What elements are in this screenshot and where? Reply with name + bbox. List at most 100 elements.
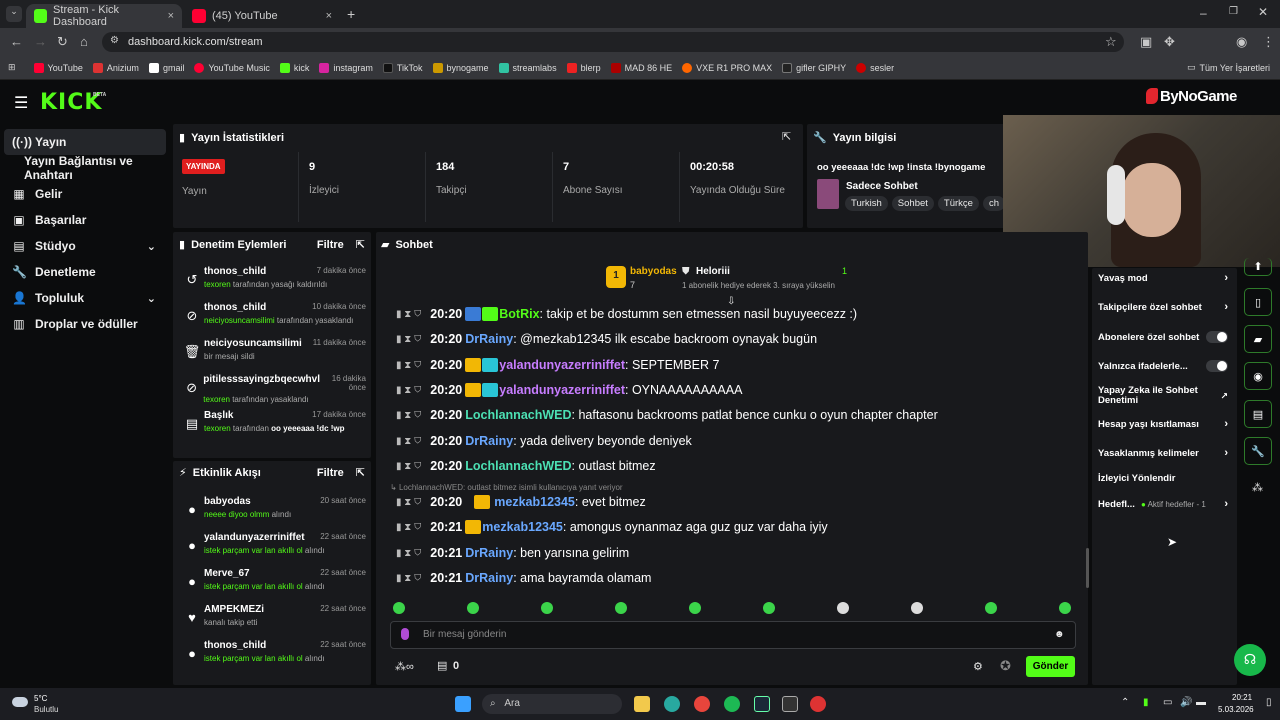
message-actions-icon[interactable]: ▮ ⧗ ⛉	[396, 548, 421, 559]
chat-message[interactable]: ▮ ⧗ ⛉ 20:21 DrRainy: ama bayramda olamam	[396, 568, 651, 588]
weather-temp[interactable]: 5°C	[34, 694, 47, 703]
activity-item[interactable]: ● yalandunyazerriniffet 22 saat önce istek …	[180, 532, 366, 568]
activity-item[interactable]: ● babyodas 20 saat önce neeee diyoo olmm al…	[180, 496, 366, 532]
sidebar-item-basarilar[interactable]: ▣ Başarılar	[0, 207, 170, 233]
edge-icon[interactable]	[664, 696, 680, 712]
popout-icon[interactable]: ⇱	[356, 238, 365, 251]
message-user[interactable]: mezkab12345	[482, 520, 563, 534]
notification-bell-icon[interactable]: ▯	[1266, 697, 1272, 708]
tag[interactable]: Turkish	[845, 196, 888, 211]
bookmark-gmail[interactable]: gmail	[148, 62, 184, 73]
setting-followers-only[interactable]: Takipçilere özel sohbet ›	[1098, 301, 1228, 313]
emote-icon[interactable]	[837, 602, 849, 614]
sidebar-item-droplar[interactable]: ▥ Droplar ve ödüller	[0, 311, 170, 337]
category-name[interactable]: Sadece Sohbet	[846, 181, 918, 192]
message-user[interactable]: DrRainy	[465, 332, 513, 346]
message-actions-icon[interactable]: ▮ ⧗ ⛉	[396, 522, 421, 533]
message-user[interactable]: yalandunyazerriniffet	[499, 358, 625, 372]
rail-wrench-icon[interactable]: 🔧	[1244, 437, 1272, 465]
activity-item[interactable]: ● thonos_child 22 saat önce istek parçam va…	[180, 640, 366, 676]
bookmark-youtube[interactable]: YouTube	[33, 62, 83, 73]
activity-item[interactable]: ♥ AMPEKMEZi 22 saat önce kanalı takip etti	[180, 604, 366, 640]
popout-icon[interactable]: ⇱	[356, 466, 365, 479]
clock-time[interactable]: 20:21	[1232, 693, 1252, 702]
site-info-icon[interactable]: ⚙	[110, 35, 119, 46]
message-actions-icon[interactable]: ▮ ⧗ ⛉	[396, 436, 421, 447]
hamburger-menu-icon[interactable]: ☰	[14, 93, 28, 113]
emote-icon[interactable]	[393, 602, 405, 614]
setting-slow-mode[interactable]: Yavaş mod ›	[1098, 272, 1228, 284]
tray-volume-icon[interactable]: 🔊	[1180, 697, 1192, 708]
moderation-item[interactable]: ⊘ thonos_child 10 dakika önce neiciyosuncam…	[180, 302, 366, 338]
popout-icon[interactable]: ⇱	[782, 130, 791, 143]
activity-item[interactable]: ● Merve_67 22 saat önce istek parçam var la…	[180, 568, 366, 604]
bookmark-kick[interactable]: kick	[279, 62, 309, 73]
top-gifter-name[interactable]: babyodas	[630, 266, 677, 277]
filter-button[interactable]: Filtre	[317, 239, 344, 251]
emote-icon[interactable]	[467, 602, 479, 614]
maximize-icon[interactable]: ❐	[1229, 6, 1238, 17]
setting-goals[interactable]: Hedefl... ● Aktif hedefler - 1 ›	[1098, 498, 1228, 510]
sidebar-item-stream-key[interactable]: Yayın Bağlantısı ve Anahtarı	[0, 154, 170, 182]
windows-start-icon[interactable]	[455, 696, 471, 712]
emote-icon[interactable]	[911, 602, 923, 614]
message-user[interactable]: yalandunyazerriniffet	[499, 383, 625, 397]
menu-dots-icon[interactable]: ⋮	[1262, 34, 1275, 50]
new-tab-button[interactable]: +	[347, 6, 355, 22]
bookmark-blerp[interactable]: blerp	[566, 62, 601, 73]
message-actions-icon[interactable]: ▮ ⧗ ⛉	[396, 334, 421, 345]
message-user[interactable]: mezkab12345	[494, 495, 575, 509]
file-explorer-icon[interactable]	[634, 696, 650, 712]
chat-scrollbar[interactable]	[1086, 548, 1089, 588]
chat-message[interactable]: ▮ ⧗ ⛉ 20:20 yalandunyazerriniffet: SEPTEMB…	[396, 355, 719, 375]
tab-youtube[interactable]: (45) YouTube ×	[184, 4, 340, 28]
tag[interactable]: Sohbet	[891, 196, 934, 211]
moderation-item[interactable]: ↺ thonos_child 7 dakika önce texoren tarafı…	[180, 266, 366, 302]
chrome-icon[interactable]	[694, 696, 710, 712]
message-actions-icon[interactable]: ▮ ⧗ ⛉	[396, 497, 421, 508]
toggle-switch[interactable]	[1206, 360, 1228, 372]
emoji-picker-icon[interactable]: ☻	[1054, 629, 1065, 640]
moderation-item[interactable]: ▤ Başlık 17 dakika önce texoren tarafından …	[180, 410, 366, 446]
message-actions-icon[interactable]: ▮ ⧗ ⛉	[396, 360, 421, 371]
second-gifter-name[interactable]: Heloriii	[696, 266, 730, 277]
extension-icon[interactable]: ▣	[1140, 34, 1152, 50]
filter-button[interactable]: Filtre	[317, 467, 344, 479]
rail-chat-icon[interactable]: ▰	[1244, 325, 1272, 353]
tag[interactable]: Türkçe	[937, 196, 979, 211]
emote-icon[interactable]	[985, 602, 997, 614]
setting-ai-moderation[interactable]: Yapay Zeka ile Sohbet Denetimi ↗	[1098, 386, 1228, 406]
bookmark-tiktok[interactable]: TikTok	[382, 62, 423, 73]
message-user[interactable]: LochlannachWED	[465, 408, 571, 422]
message-actions-icon[interactable]: ▮ ⧗ ⛉	[396, 461, 421, 472]
close-tab-icon[interactable]: ×	[326, 10, 332, 22]
sidebar-item-topluluk[interactable]: 👤 Topluluk ⌄	[0, 285, 170, 311]
rail-pin-icon[interactable]: ⬆	[1244, 258, 1272, 276]
moderation-item[interactable]: 🗑 neiciyosuncamsilimi 11 dakika önce bir me…	[180, 338, 366, 374]
chat-message[interactable]: ▮ ⧗ ⛉ 20:20 mezkab12345: evet bitmez	[396, 492, 646, 512]
home-icon[interactable]: ⌂	[80, 34, 88, 49]
all-bookmarks[interactable]: ▭ Tüm Yer İşaretleri	[1187, 62, 1270, 73]
bookmark-giphy[interactable]: gifler GIPHY	[782, 62, 846, 73]
chat-message[interactable]: ▮ ⧗ ⛉ 20:21 DrRainy: ben yarısına gelirim	[396, 543, 629, 563]
bookmark-bynogame[interactable]: bynogame	[432, 62, 489, 73]
setting-emotes-only[interactable]: Yalnızca ifadelerle...	[1098, 360, 1228, 372]
profile-avatar[interactable]: ◉	[1236, 34, 1247, 50]
toggle-switch[interactable]	[1206, 331, 1228, 343]
message-actions-icon[interactable]: ▮ ⧗ ⛉	[396, 410, 421, 421]
bookmark-vxe[interactable]: VXE R1 PRO MAX	[682, 62, 772, 73]
emote-icon[interactable]	[615, 602, 627, 614]
apps-grid-icon[interactable]: ⊞	[8, 62, 16, 73]
stream-title[interactable]: oo yeeeaaa !dc !wp !insta !bynogame	[817, 162, 985, 173]
microphone-icon[interactable]	[401, 628, 409, 640]
sidebar-item-denetleme[interactable]: 🔧 Denetleme	[0, 259, 170, 285]
bookmark-instagram[interactable]: instagram	[319, 62, 373, 73]
message-actions-icon[interactable]: ▮ ⧗ ⛉	[396, 385, 421, 396]
bookmark-youtube-music[interactable]: YouTube Music	[194, 62, 270, 73]
sidebar-item-yayin[interactable]: ((·)) Yayın	[4, 129, 166, 155]
bookmark-anizium[interactable]: Anizium	[92, 62, 139, 73]
emote-icon[interactable]	[689, 602, 701, 614]
bookmark-streamlabs[interactable]: streamlabs	[498, 62, 557, 73]
minimize-icon[interactable]: –	[1200, 6, 1207, 20]
bookmark-sesler[interactable]: sesler	[856, 62, 894, 73]
